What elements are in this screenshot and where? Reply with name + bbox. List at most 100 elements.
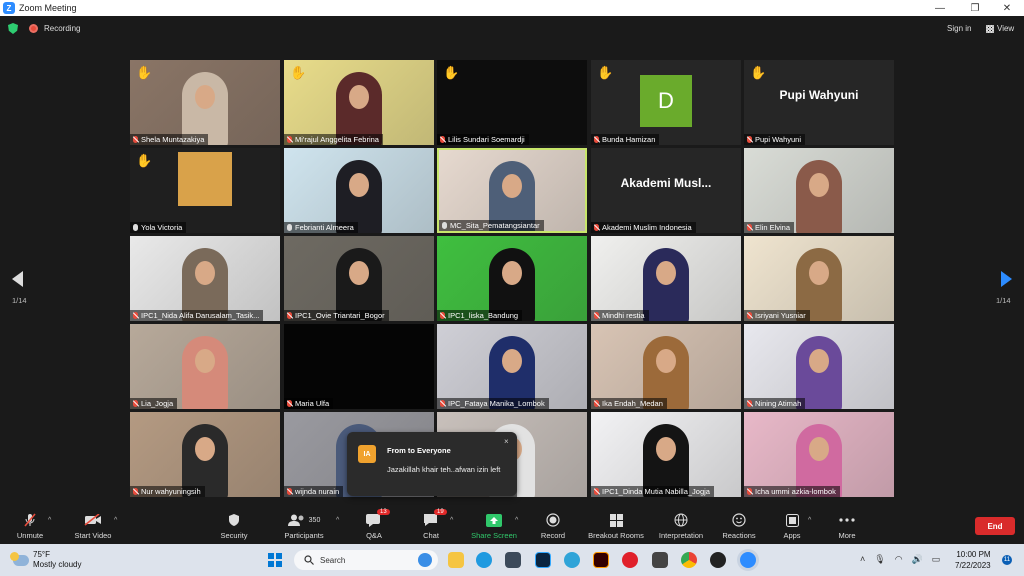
participant-tile[interactable]: Lia_Jogja <box>130 324 280 409</box>
participants-chevron-icon[interactable]: ^ <box>336 517 339 524</box>
taskbar-search-box[interactable]: Search <box>294 550 438 570</box>
participant-tile[interactable]: Nining Atimah <box>744 324 894 409</box>
chat-message-text: Jazakillah khair teh..afwan izin left <box>387 465 501 474</box>
interpretation-button[interactable]: Interpretation <box>651 513 711 540</box>
participant-tile[interactable]: IPC1_Nida Alifa Darusalam_Tasik... <box>130 236 280 321</box>
participant-name: Icha ummi azkia-lombok <box>755 487 836 496</box>
restore-button[interactable]: ❐ <box>960 0 990 16</box>
file-explorer-icon[interactable] <box>448 552 464 568</box>
minimize-button[interactable]: — <box>925 0 955 16</box>
tray-chevron-up-icon[interactable]: ˄ <box>860 554 865 565</box>
mic-icon <box>287 224 292 231</box>
zoom-taskbar-icon[interactable] <box>740 552 756 568</box>
participant-tile[interactable]: IPC_Fataya Manika_Lombok <box>437 324 587 409</box>
participant-tile[interactable]: Ika Endah_Medan <box>591 324 741 409</box>
participant-tile[interactable]: ✋ Shela Muntazakiya <box>130 60 280 145</box>
security-button[interactable]: Security <box>204 513 264 540</box>
unmute-label: Unmute <box>16 531 44 540</box>
view-button[interactable]: View <box>986 24 1014 33</box>
participant-tile[interactable]: Mindhi restia <box>591 236 741 321</box>
mic-muted-icon <box>594 488 599 495</box>
participant-tile[interactable]: ✋ Mi'rajul Anggelita Febrina <box>284 60 434 145</box>
participant-name-label: Yola Victoria <box>130 222 187 233</box>
edge-icon[interactable] <box>476 552 492 568</box>
record-button[interactable]: Record <box>523 513 583 540</box>
chrome-icon[interactable] <box>681 552 697 568</box>
end-meeting-button[interactable]: End <box>975 517 1015 535</box>
taskbar-clock[interactable]: 10:00 PM 7/22/2023 <box>955 549 991 571</box>
participant-tile[interactable]: Maria Ulfa <box>284 324 434 409</box>
mic-muted-icon <box>133 488 138 495</box>
search-placeholder: Search <box>320 555 346 565</box>
participant-video <box>744 324 894 409</box>
weather-widget[interactable]: 75°F Mostly cloudy <box>10 550 82 570</box>
recording-label[interactable]: Recording <box>44 24 80 33</box>
illustrator-icon[interactable] <box>593 552 609 568</box>
mic-muted-icon <box>594 224 599 231</box>
participant-tile[interactable]: IPC1_Ovie Triantari_Bogor <box>284 236 434 321</box>
participant-tile[interactable]: Isriyani Yusniar <box>744 236 894 321</box>
participant-tile[interactable]: ✋ Yola Victoria <box>130 148 280 233</box>
participant-tile[interactable]: D ✋ Bunda Hamizan <box>591 60 741 145</box>
microphone-icon[interactable]: 🎙 <box>874 554 885 565</box>
participant-tile[interactable]: Elin Elvina <box>744 148 894 233</box>
app-icon[interactable] <box>564 552 580 568</box>
store-icon[interactable] <box>505 552 521 568</box>
encryption-shield-icon[interactable] <box>8 23 18 34</box>
share-options-chevron-icon[interactable]: ^ <box>515 517 518 524</box>
chat-chevron-icon[interactable]: ^ <box>450 517 453 524</box>
share-screen-icon <box>485 513 503 527</box>
participant-tile[interactable]: ✋ Lilis Sundari Soemardji <box>437 60 587 145</box>
participant-tile[interactable]: Akademi Musl... Akademi Muslim Indonesia <box>591 148 741 233</box>
notification-badge[interactable]: 11 <box>1002 555 1012 565</box>
app-icon[interactable] <box>652 552 668 568</box>
bing-icon[interactable] <box>418 553 432 567</box>
apps-button[interactable]: Apps <box>762 513 822 540</box>
more-dots-icon <box>838 513 856 527</box>
qa-icon: 13 <box>365 509 390 527</box>
breakout-rooms-button[interactable]: Breakout Rooms <box>586 513 646 540</box>
windows-taskbar: 75°F Mostly cloudy Search ˄ 🎙 ◠ 🔊 ▭ 10:0… <box>0 544 1024 576</box>
participant-tile[interactable]: Febrianti Almeera <box>284 148 434 233</box>
participant-name-label: Elin Elvina <box>744 222 795 233</box>
participant-tile[interactable]: MC_Sita_Pematangsiantar <box>437 148 587 233</box>
weather-condition: Mostly cloudy <box>33 560 82 569</box>
raised-hand-icon: ✋ <box>136 65 153 80</box>
windows-start-icon[interactable] <box>268 553 282 567</box>
participant-tile[interactable]: Pupi Wahyuni ✋ Pupi Wahyuni <box>744 60 894 145</box>
recording-icon <box>29 24 38 33</box>
battery-icon[interactable]: ▭ <box>932 554 941 565</box>
participant-figure <box>643 247 689 321</box>
close-popup-icon[interactable]: × <box>504 437 509 446</box>
close-window-button[interactable]: ✕ <box>992 0 1022 16</box>
participants-button[interactable]: 350 Participants <box>274 513 334 540</box>
chat-notification-popup[interactable]: IA From to Everyone Jazakillah khair teh… <box>347 432 517 496</box>
video-options-chevron-icon[interactable]: ^ <box>114 517 117 524</box>
participant-name-label: Lia_Jogja <box>130 398 178 409</box>
participant-tile[interactable]: Icha ummi azkia-lombok <box>744 412 894 497</box>
previous-page-arrow-icon[interactable] <box>12 271 23 287</box>
volume-icon[interactable]: 🔊 <box>912 554 923 565</box>
participant-name-label: IPC1_Nida Alifa Darusalam_Tasik... <box>130 310 264 321</box>
opera-icon[interactable] <box>622 552 638 568</box>
mic-muted-icon <box>747 488 752 495</box>
app-icon[interactable] <box>710 552 726 568</box>
reactions-button[interactable]: Reactions <box>709 513 769 540</box>
qa-button[interactable]: 13 Q&A <box>344 509 404 540</box>
audio-options-chevron-icon[interactable]: ^ <box>48 517 51 524</box>
apps-chevron-icon[interactable]: ^ <box>808 517 811 524</box>
participant-tile[interactable]: IPC1_Dinda Mutia Nabilla_Jogja <box>591 412 741 497</box>
window-titlebar: Z Zoom Meeting — ❐ ✕ <box>0 0 1024 16</box>
wifi-icon[interactable]: ◠ <box>895 554 903 565</box>
breakout-rooms-label: Breakout Rooms <box>588 531 644 540</box>
sign-in-link[interactable]: Sign in <box>947 24 971 33</box>
participant-name: Akademi Muslim Indonesia <box>602 223 692 232</box>
more-button[interactable]: More <box>817 513 877 540</box>
mic-muted-icon <box>747 136 752 143</box>
participant-tile[interactable]: Nur wahyuningsih <box>130 412 280 497</box>
participant-tile[interactable]: IPC1_liska_Bandung <box>437 236 587 321</box>
next-page-arrow-icon[interactable] <box>1001 271 1012 287</box>
mic-muted-icon <box>287 400 292 407</box>
participant-name: wijnda nurain <box>295 487 340 496</box>
photoshop-icon[interactable] <box>535 552 551 568</box>
